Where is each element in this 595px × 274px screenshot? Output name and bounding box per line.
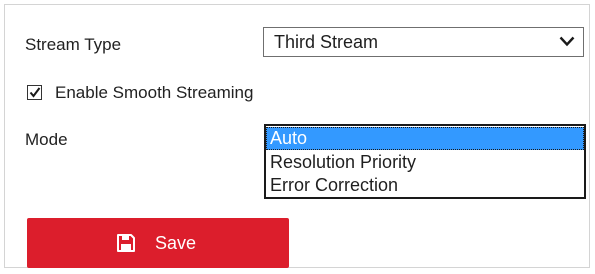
save-button-label: Save bbox=[155, 233, 197, 253]
mode-listbox[interactable]: Auto Resolution Priority Error Correctio… bbox=[264, 124, 586, 199]
save-button[interactable]: Save bbox=[27, 218, 289, 268]
stream-type-select[interactable]: Third Stream bbox=[263, 27, 584, 57]
mode-option-error-correction[interactable]: Error Correction bbox=[266, 174, 584, 197]
stream-settings-panel: Stream Type Third Stream Enable Smooth S… bbox=[4, 4, 590, 268]
stream-type-value: Third Stream bbox=[274, 32, 379, 52]
smooth-streaming-checkbox[interactable] bbox=[27, 85, 42, 100]
mode-option-auto[interactable]: Auto bbox=[266, 127, 584, 150]
checkmark-icon bbox=[29, 87, 41, 98]
smooth-streaming-label: Enable Smooth Streaming bbox=[55, 83, 254, 102]
stream-type-label: Stream Type bbox=[25, 35, 122, 54]
mode-label: Mode bbox=[25, 130, 68, 149]
chevron-down-icon bbox=[559, 36, 575, 47]
mode-option-resolution-priority[interactable]: Resolution Priority bbox=[266, 151, 584, 174]
floppy-disk-icon bbox=[117, 234, 135, 252]
